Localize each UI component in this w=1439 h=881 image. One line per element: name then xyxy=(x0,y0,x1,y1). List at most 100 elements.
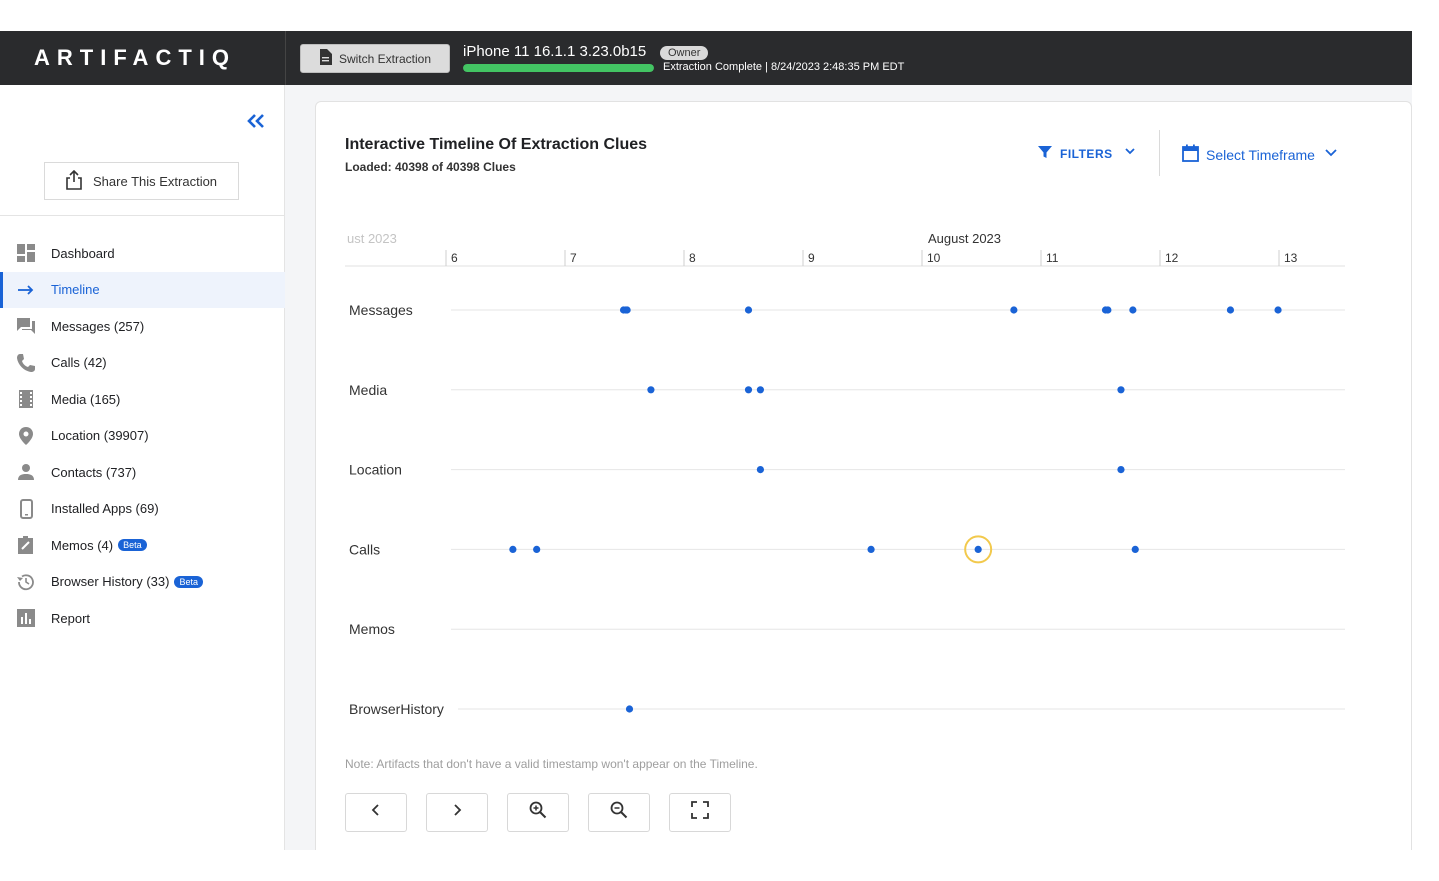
filter-icon xyxy=(1038,145,1052,162)
previous-button[interactable] xyxy=(345,793,407,832)
next-button[interactable] xyxy=(426,793,488,832)
timeline-event-dot[interactable] xyxy=(1131,545,1139,553)
sidebar: Share This Extraction Dashboard Timeline xyxy=(0,85,285,850)
header-divider xyxy=(1159,130,1160,176)
timeline-event-dot[interactable] xyxy=(509,545,517,553)
fullscreen-icon xyxy=(691,801,709,824)
sidebar-item-label: Installed Apps (69) xyxy=(51,501,159,517)
extraction-progress-fill xyxy=(463,64,654,72)
timeline-event-dot[interactable] xyxy=(1104,306,1112,314)
share-extraction-label: Share This Extraction xyxy=(93,173,218,189)
owner-badge: Owner xyxy=(660,46,709,60)
sidebar-item-label: Report xyxy=(51,610,91,626)
day-tick-label: 11 xyxy=(1046,251,1059,265)
sidebar-item-label: Dashboard xyxy=(51,245,115,261)
collapse-sidebar-icon[interactable] xyxy=(244,109,268,133)
share-icon xyxy=(65,169,83,193)
share-extraction-button[interactable]: Share This Extraction xyxy=(44,162,239,200)
day-tick-label: 6 xyxy=(451,251,458,265)
timeline-event-dot[interactable] xyxy=(1117,386,1125,394)
zoom-in-button[interactable] xyxy=(507,793,569,832)
sidebar-item-browser-history[interactable]: Browser History (33) Beta xyxy=(0,564,285,601)
sidebar-item-label: Location (39907) xyxy=(51,428,149,444)
zoom-out-button[interactable] xyxy=(588,793,650,832)
sidebar-item-dashboard[interactable]: Dashboard xyxy=(0,235,285,272)
timeline-row-label: BrowserHistory xyxy=(349,701,444,717)
timeline-card: Interactive Timeline Of Extraction Clues… xyxy=(315,101,1412,850)
topbar-divider xyxy=(285,31,286,85)
sidebar-item-location[interactable]: Location (39907) xyxy=(0,418,285,455)
day-tick-label: 10 xyxy=(927,251,941,265)
smartphone-icon xyxy=(15,498,37,520)
timeline-row-label: Memos xyxy=(349,621,395,637)
dashboard-icon xyxy=(15,242,37,264)
select-timeframe-button[interactable]: Select Timeframe xyxy=(1182,144,1340,165)
loaded-count: Loaded: 40398 of 40398 Clues xyxy=(345,160,516,174)
zoom-out-icon xyxy=(610,801,628,824)
timestamp-note: Note: Artifacts that don't have a valid … xyxy=(345,757,758,771)
timeline-event-dot[interactable] xyxy=(647,386,655,394)
device-title: iPhone 11 16.1.1 3.23.0b15 xyxy=(463,43,647,60)
timeline-row-label: Messages xyxy=(349,302,413,318)
sidebar-item-contacts[interactable]: Contacts (737) xyxy=(0,454,285,491)
chevron-left-icon xyxy=(369,803,383,822)
chevron-down-icon xyxy=(1322,146,1340,163)
filters-button[interactable]: FILTERS xyxy=(1038,145,1139,162)
extraction-status: Extraction Complete | 8/24/2023 2:48:35 … xyxy=(663,61,905,73)
timeline-rows: Messages Media Location Calls Memos BrowserHi… xyxy=(349,302,1345,717)
day-tick-label: 7 xyxy=(570,251,577,265)
app-window: ARTIFACTIQ Switch Extraction iPhone 11 1… xyxy=(0,31,1412,850)
timeline-event-dot[interactable] xyxy=(1117,466,1125,474)
timeline-day-ticks: 6 7 8 9 10 11 12 13 xyxy=(445,250,1298,266)
timeline-event-dot[interactable] xyxy=(1129,306,1137,314)
select-timeframe-label: Select Timeframe xyxy=(1206,146,1315,163)
sidebar-item-installed-apps[interactable]: Installed Apps (69) xyxy=(0,491,285,528)
day-tick-label: 12 xyxy=(1165,251,1179,265)
beta-badge: Beta xyxy=(118,539,147,552)
sidebar-item-calls[interactable]: Calls (42) xyxy=(0,345,285,382)
timeline-event-dot[interactable] xyxy=(974,545,982,553)
history-icon xyxy=(15,571,37,593)
report-icon xyxy=(15,607,37,629)
location-pin-icon xyxy=(15,425,37,447)
sidebar-item-label: Timeline xyxy=(51,282,100,298)
timeline-event-dot[interactable] xyxy=(756,466,764,474)
switch-extraction-button[interactable]: Switch Extraction xyxy=(300,44,450,73)
timeline-event-dot[interactable] xyxy=(1010,306,1018,314)
artifactiq-logo: ARTIFACTIQ xyxy=(34,45,236,70)
arrow-right-icon xyxy=(15,279,37,301)
timeline-row-label: Calls xyxy=(349,541,380,557)
timeline-event-dot[interactable] xyxy=(744,306,753,314)
sidebar-item-media[interactable]: Media (165) xyxy=(0,381,285,418)
sidebar-item-messages[interactable]: Messages (257) xyxy=(0,308,285,345)
sidebar-item-report[interactable]: Report xyxy=(0,600,285,637)
timeline-event-dot[interactable] xyxy=(1274,306,1282,314)
timeline-event-dot[interactable] xyxy=(744,386,753,394)
extraction-progress-bar xyxy=(463,64,654,72)
messages-icon xyxy=(15,315,37,337)
timeline-row-label: Media xyxy=(349,382,387,398)
timeline-event-dot[interactable] xyxy=(625,705,634,713)
timeline-event-dot[interactable] xyxy=(1226,306,1235,314)
sidebar-item-label: Memos (4) xyxy=(51,537,114,553)
month-label-left: ust 2023 xyxy=(347,231,397,246)
timeline-controls xyxy=(345,793,731,832)
sidebar-item-label: Browser History (33) xyxy=(51,574,170,590)
timeline-event-dot[interactable] xyxy=(533,545,541,553)
document-icon xyxy=(319,49,332,68)
timeline-chart[interactable]: ust 2023 August 2023 6 7 8 9 10 11 12 13 Messag… xyxy=(345,220,1355,740)
timeline-event-dot[interactable] xyxy=(623,306,631,314)
timeline-event-dot[interactable] xyxy=(867,545,875,553)
month-label-center: August 2023 xyxy=(928,231,1001,246)
sidebar-divider xyxy=(0,215,285,216)
phone-icon xyxy=(15,352,37,374)
day-tick-label: 8 xyxy=(689,251,696,265)
sidebar-item-timeline[interactable]: Timeline xyxy=(0,271,285,308)
sidebar-nav: Dashboard Timeline Messages (257) Calls … xyxy=(0,235,285,637)
timeline-event-dot[interactable] xyxy=(756,386,764,394)
memo-icon xyxy=(15,534,37,556)
fullscreen-button[interactable] xyxy=(669,793,731,832)
sidebar-item-memos[interactable]: Memos (4) Beta xyxy=(0,527,285,564)
calendar-icon xyxy=(1182,144,1199,165)
zoom-in-icon xyxy=(529,801,547,824)
